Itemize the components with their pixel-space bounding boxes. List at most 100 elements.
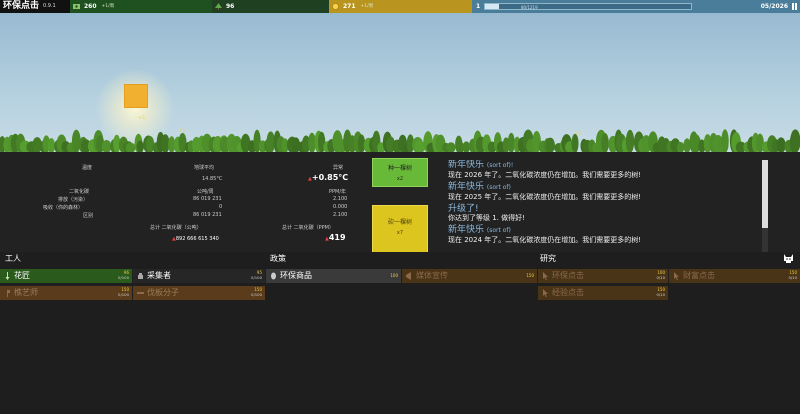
saw-icon bbox=[137, 292, 144, 294]
policy-cost: 100 bbox=[390, 273, 398, 278]
current-date: 05/2026 bbox=[760, 3, 788, 10]
plant-tree-multiplier: x2 bbox=[396, 176, 404, 182]
worker-gatherer[interactable]: 采集者 95 0/100 bbox=[133, 269, 265, 283]
research-label: 财富点击 bbox=[683, 271, 715, 280]
policy-heading: 政策 bbox=[270, 254, 286, 263]
news-title-suffix: (sort of) bbox=[486, 184, 511, 191]
global-avg-label: 地球平均 bbox=[194, 165, 215, 171]
total-co2-tons-label: 总计 二氧化碳（公吨） bbox=[150, 225, 202, 231]
tree bbox=[507, 132, 515, 153]
diff-ppm: 2.100 bbox=[333, 212, 348, 218]
cursor-icon bbox=[543, 289, 548, 297]
gatherer-icon bbox=[138, 273, 143, 279]
sky-scene[interactable]: +1 +1 +1 bbox=[0, 13, 800, 158]
cut-tree-multiplier: x7 bbox=[396, 230, 404, 236]
research-eco-click[interactable]: 环保点击 100 0/10 bbox=[538, 269, 668, 283]
cut-tree-button[interactable]: 砍一棵树 x7 bbox=[372, 205, 428, 253]
news-title: 新年快乐 bbox=[448, 182, 485, 192]
total-co2-ppm: 419 bbox=[328, 233, 346, 242]
total-co2-ppm-label: 总计 二氧化碳（PPM） bbox=[282, 225, 334, 231]
news-item: 新年快乐 (sort of) 现在 2025 年了。二氧化碳浓度仍在增加。我们需… bbox=[448, 182, 760, 202]
gold-resource: 271 +1/周 bbox=[329, 0, 472, 13]
temperature-label: 温度 bbox=[82, 165, 93, 171]
tree-icon bbox=[215, 3, 222, 10]
worker-count: 0/100 bbox=[118, 292, 129, 297]
wood-resource: 96 bbox=[212, 0, 329, 13]
level-area: 1 80/1219 05/2026 bbox=[472, 0, 800, 13]
tree bbox=[146, 136, 155, 153]
level-number: 1 bbox=[476, 3, 481, 10]
diff-tons: 86 019 231 bbox=[193, 212, 222, 218]
research-exp-click[interactable]: 经验点击 150 0/10 bbox=[538, 286, 668, 300]
news-item: 新年快乐 (sort of)! 现在 2026 年了。二氧化碳浓度仍在增加。我们… bbox=[448, 160, 760, 180]
absorb-label: 吸收（你的森林） bbox=[43, 205, 84, 211]
worker-count: 0/100 bbox=[118, 275, 129, 280]
news-scrollbar-thumb[interactable] bbox=[762, 160, 768, 228]
pause-icon[interactable] bbox=[791, 3, 798, 10]
news-log[interactable]: 新年快乐 (sort of)! 现在 2026 年了。二氧化碳浓度仍在增加。我们… bbox=[448, 160, 760, 252]
news-body: 现在 2024 年了。二氧化碳浓度仍在增加。我们需要更多的树! bbox=[448, 236, 642, 244]
cursor-icon bbox=[674, 272, 679, 280]
worker-count: 0/100 bbox=[251, 275, 262, 280]
anomaly-label: 异常 bbox=[333, 165, 344, 171]
worker-count: 0/100 bbox=[251, 292, 262, 297]
money-rate: +1/周 bbox=[101, 4, 115, 9]
news-body: 你达到了等级 1. 做得好! bbox=[448, 214, 525, 222]
level-progress-bar: 80/1219 bbox=[484, 3, 692, 10]
money-value: 260 bbox=[84, 3, 97, 10]
news-title-suffix: (sort of)! bbox=[486, 162, 514, 169]
plant-tree-label: 种一棵树 bbox=[387, 165, 412, 172]
tree bbox=[47, 138, 56, 153]
news-scrollbar[interactable] bbox=[762, 160, 768, 252]
tree bbox=[776, 137, 786, 153]
research-count: 0/10 bbox=[656, 292, 665, 297]
climate-stats-panel: 温度 地球平均 异常 14.85°C ▲+0.85°C 二氧化碳 公吨/周 PP… bbox=[0, 158, 370, 252]
policy-eco-goods[interactable]: 环保商品 100 bbox=[266, 269, 401, 283]
absorb-ppm: 0.000 bbox=[333, 204, 348, 210]
diff-label: 区别 bbox=[83, 213, 94, 219]
policy-label: 环保商品 bbox=[280, 271, 312, 280]
research-wealth-click[interactable]: 财富点击 150 0/10 bbox=[669, 269, 800, 283]
news-item: 升级了! 你达到了等级 1. 做得好! bbox=[448, 204, 760, 223]
tree bbox=[625, 129, 635, 153]
news-title-suffix: (sort of) bbox=[486, 227, 511, 234]
money-resource: 260 +1/周 bbox=[70, 0, 212, 13]
cat-icon[interactable] bbox=[783, 253, 794, 264]
policy-cost: 150 bbox=[526, 273, 534, 278]
absorb-tons: 0 bbox=[219, 204, 223, 210]
news-title: 升级了! bbox=[448, 204, 479, 214]
forest-treeline bbox=[0, 129, 800, 154]
worker-gardener[interactable]: 花匠 96 0/100 bbox=[0, 269, 132, 283]
news-body: 现在 2026 年了。二氧化碳浓度仍在增加。我们需要更多的树! bbox=[448, 171, 642, 179]
news-body: 现在 2025 年了。二氧化碳浓度仍在增加。我们需要更多的树! bbox=[448, 193, 642, 201]
total-co2-tons: 892 666 615 340 bbox=[175, 236, 219, 242]
leaf-icon bbox=[271, 272, 276, 280]
worker-label: 采集者 bbox=[147, 271, 171, 280]
research-count: 0/10 bbox=[656, 275, 665, 280]
research-label: 经验点击 bbox=[552, 288, 584, 297]
emission-tons: 86 019 231 bbox=[193, 196, 222, 202]
gold-value: 271 bbox=[343, 3, 356, 10]
level-progress-fill bbox=[485, 4, 499, 9]
policy-media-campaign[interactable]: 媒体宣传 150 bbox=[402, 269, 537, 283]
emission-label: 排放（污染） bbox=[58, 197, 89, 203]
tree bbox=[545, 137, 555, 153]
worker-label: 伐板分子 bbox=[147, 288, 179, 297]
ppm-year-label: PPM/年 bbox=[329, 189, 347, 195]
news-title: 新年快乐 bbox=[448, 160, 485, 170]
co2-label: 二氧化碳 bbox=[69, 189, 90, 195]
plant-tree-button[interactable]: 种一棵树 x2 bbox=[372, 158, 428, 187]
cut-tree-label: 砍一棵树 bbox=[387, 219, 412, 226]
worker-label: 樵艺师 bbox=[14, 288, 38, 297]
cursor-icon bbox=[543, 272, 548, 280]
tree bbox=[790, 129, 800, 153]
game-title: 环保点击 bbox=[3, 1, 40, 11]
gold-rate: +1/周 bbox=[360, 4, 374, 9]
worker-logger[interactable]: 伐板分子 150 0/100 bbox=[133, 286, 265, 300]
worker-label: 花匠 bbox=[14, 271, 30, 280]
worker-arborist[interactable]: 樵艺师 150 0/100 bbox=[0, 286, 132, 300]
megaphone-icon bbox=[406, 272, 411, 280]
research-count: 0/10 bbox=[788, 275, 797, 280]
tree bbox=[571, 133, 579, 153]
shovel-icon bbox=[5, 272, 10, 280]
